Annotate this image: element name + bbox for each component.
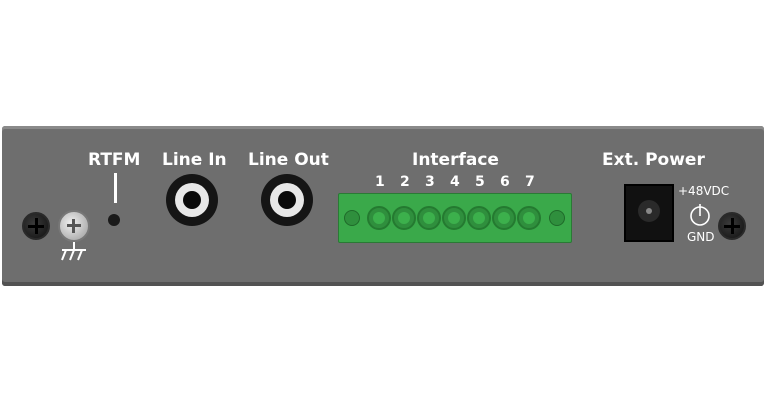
terminal-pin-4[interactable] [442, 206, 466, 230]
ext-power-label: Ext. Power [602, 150, 705, 170]
terminal-right-screw-icon [549, 210, 565, 226]
terminal-pin-7[interactable] [517, 206, 541, 230]
rtfm-label: RTFM [88, 150, 141, 170]
terminal-pin-3[interactable] [417, 206, 441, 230]
terminal-pin-6[interactable] [492, 206, 516, 230]
terminal-pin-1[interactable] [367, 206, 391, 230]
terminal-number-3: 3 [425, 174, 435, 190]
right-screw-icon [718, 212, 746, 240]
dc-power-jack[interactable] [624, 184, 674, 242]
voltage-label: +48VDC [678, 184, 730, 198]
terminal-number-6: 6 [500, 174, 510, 190]
rtfm-indicator-line [114, 173, 117, 203]
power-symbol-icon [690, 204, 710, 226]
line-out-jack[interactable] [261, 174, 313, 226]
ground-terminal-screw [58, 210, 90, 242]
terminal-number-5: 5 [475, 174, 485, 190]
terminal-number-1: 1 [375, 174, 385, 190]
rtfm-button-hole[interactable] [108, 214, 120, 226]
line-out-label: Line Out [248, 150, 329, 170]
interface-terminal-block[interactable] [338, 193, 572, 243]
ground-symbol-icon [61, 242, 86, 261]
interface-label: Interface [412, 150, 499, 170]
terminal-pin-2[interactable] [392, 206, 416, 230]
terminal-number-2: 2 [400, 174, 410, 190]
terminal-number-4: 4 [450, 174, 460, 190]
line-in-jack[interactable] [166, 174, 218, 226]
terminal-pin-5[interactable] [467, 206, 491, 230]
terminal-left-screw-icon [344, 210, 360, 226]
gnd-label: GND [687, 230, 715, 244]
terminal-number-7: 7 [525, 174, 535, 190]
line-in-label: Line In [162, 150, 227, 170]
left-screw-icon [22, 212, 50, 240]
